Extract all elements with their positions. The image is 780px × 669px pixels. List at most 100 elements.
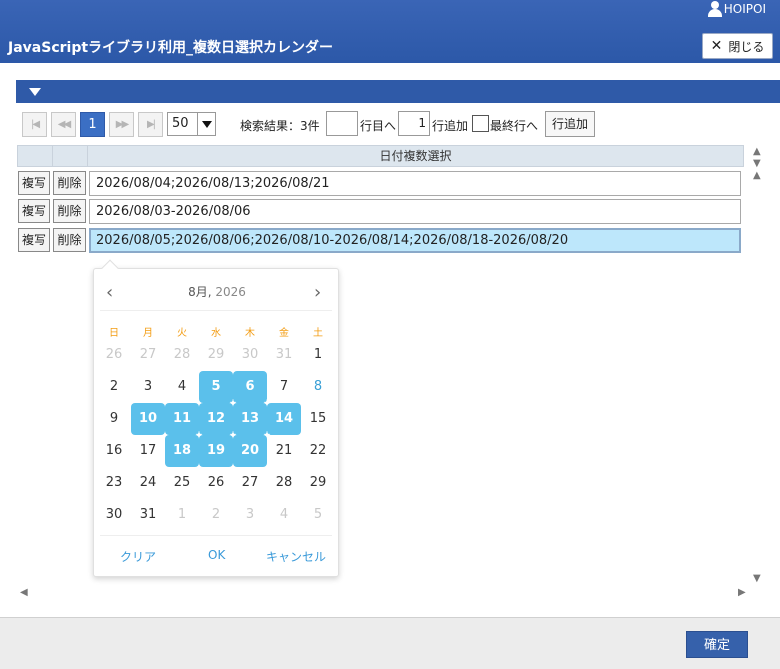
scroll-left-icon[interactable]: ◀ <box>20 587 28 598</box>
pager: |◀ ◀◀ 1 ▶▶ ▶| 50 <box>22 111 216 137</box>
chevron-right-icon[interactable]: › <box>314 282 321 303</box>
calendar-day-selected[interactable]: 14 <box>267 403 301 435</box>
weekday-header: 月 <box>143 328 153 339</box>
calendar-day[interactable]: 28 <box>165 339 199 371</box>
calendar-day-selected[interactable]: 18 <box>165 435 199 467</box>
range-join-marker: + <box>229 398 237 408</box>
grid-header-delete <box>52 145 88 167</box>
calendar-day[interactable]: 30 <box>233 339 267 371</box>
calendar-day[interactable]: 16 <box>97 435 131 467</box>
page-number-button[interactable]: 1 <box>80 111 105 137</box>
calendar-day[interactable]: 9 <box>97 403 131 435</box>
column-header-label: 日付複数選択 <box>379 149 452 163</box>
prev-page-button[interactable]: ◀◀ <box>51 111 76 137</box>
date-multi-input[interactable]: 2026/08/03-2026/08/06 <box>89 199 741 224</box>
calendar-day[interactable]: 29 <box>199 339 233 371</box>
close-icon: ✕ <box>710 38 723 54</box>
calendar-day[interactable]: 3 <box>131 371 165 403</box>
calendar-day-selected[interactable]: 10 <box>131 403 165 435</box>
scroll-down-icon[interactable]: ▼ <box>753 158 761 169</box>
calendar-day-selected[interactable]: 5 <box>199 371 233 403</box>
calendar-day-selected[interactable]: 12 <box>199 403 233 435</box>
row-number-input[interactable] <box>326 111 358 136</box>
calendar-day-selected[interactable]: 6 <box>233 371 267 403</box>
weekday-header: 木 <box>245 328 255 339</box>
user-icon <box>707 1 722 17</box>
calendar-day[interactable]: 2 <box>97 371 131 403</box>
scroll-up-icon[interactable]: ▲ <box>753 146 761 157</box>
section-toggle-bar[interactable] <box>16 80 780 103</box>
calendar-day-selected[interactable]: 11 <box>165 403 199 435</box>
first-page-button[interactable]: |◀ <box>22 111 47 137</box>
calendar-day[interactable]: 8 <box>301 371 335 403</box>
calendar-day[interactable]: 29 <box>301 467 335 499</box>
calendar-day-selected[interactable]: 20 <box>233 435 267 467</box>
calendar-day[interactable]: 31 <box>131 499 165 531</box>
calendar-day[interactable]: 26 <box>97 339 131 371</box>
calendar-cancel-button[interactable]: キャンセル <box>266 548 326 565</box>
copy-row-button[interactable]: 複写 <box>18 199 50 223</box>
table-row: 複写 削除 2026/08/03-2026/08/06 <box>17 198 743 226</box>
date-multi-input[interactable]: 2026/08/04;2026/08/13;2026/08/21 <box>89 171 741 196</box>
calendar-day[interactable]: 17 <box>131 435 165 467</box>
calendar-day[interactable]: 27 <box>131 339 165 371</box>
calendar-day[interactable]: 1 <box>165 499 199 531</box>
calendar-day[interactable]: 23 <box>97 467 131 499</box>
range-join-marker: + <box>229 430 237 440</box>
calendar-day[interactable]: 15 <box>301 403 335 435</box>
grid-header-copy <box>17 145 53 167</box>
table-row: 複写 削除 2026/08/05;2026/08/06;2026/08/10-2… <box>17 227 743 255</box>
calendar-day[interactable]: 7 <box>267 371 301 403</box>
close-button[interactable]: ✕ 閉じる <box>702 33 773 59</box>
user-menu[interactable]: HOIPOI <box>707 1 766 17</box>
calendar-day[interactable]: 4 <box>267 499 301 531</box>
calendar-day[interactable]: 1 <box>301 339 335 371</box>
calendar-day[interactable]: 21 <box>267 435 301 467</box>
dropdown-arrow-icon <box>197 113 215 135</box>
footer-bar <box>0 617 780 669</box>
next-page-button[interactable]: ▶▶ <box>109 111 134 137</box>
grid-header-dates: 日付複数選択 <box>87 145 744 167</box>
calendar-day[interactable]: 27 <box>233 467 267 499</box>
calendar-divider <box>100 310 332 311</box>
calendar-day-selected[interactable]: 13 <box>233 403 267 435</box>
calendar-day[interactable]: 30 <box>97 499 131 531</box>
copy-row-button[interactable]: 複写 <box>18 171 50 195</box>
calendar-day[interactable]: 3 <box>233 499 267 531</box>
copy-row-button[interactable]: 複写 <box>18 228 50 252</box>
calendar-day[interactable]: 28 <box>267 467 301 499</box>
calendar-ok-button[interactable]: OK <box>208 548 225 562</box>
date-multi-input-active[interactable]: 2026/08/05;2026/08/06;2026/08/10-2026/08… <box>89 228 741 253</box>
scroll-bottom-icon[interactable]: ▼ <box>753 573 761 584</box>
add-count-input[interactable]: 1 <box>398 111 430 136</box>
confirm-button[interactable]: 確定 <box>686 631 748 658</box>
calendar-day[interactable]: 5 <box>301 499 335 531</box>
delete-row-button[interactable]: 削除 <box>53 171 86 195</box>
add-row-button[interactable]: 行追加 <box>545 111 595 137</box>
close-button-label: 閉じる <box>728 39 765 54</box>
weekday-header: 日 <box>109 328 119 339</box>
horizontal-scrollbar[interactable]: ◀ ▶ <box>16 586 753 602</box>
result-count: 検索結果：3件 <box>240 119 320 133</box>
add-rows-label: 行追加 <box>432 119 469 133</box>
calendar-day[interactable]: 4 <box>165 371 199 403</box>
calendar-day[interactable]: 22 <box>301 435 335 467</box>
calendar-clear-button[interactable]: クリア <box>120 548 156 565</box>
row-to-label: 行目へ <box>360 119 397 133</box>
calendar-day-selected[interactable]: 19 <box>199 435 233 467</box>
weekday-header: 火 <box>177 328 187 339</box>
calendar-day[interactable]: 25 <box>165 467 199 499</box>
scroll-right-icon[interactable]: ▶ <box>738 587 746 598</box>
calendar-day[interactable]: 31 <box>267 339 301 371</box>
delete-row-button[interactable]: 削除 <box>53 199 86 223</box>
scroll-up-small-icon[interactable]: ▲ <box>753 170 761 181</box>
app-header: HOIPOI JavaScriptライブラリ利用_複数日選択カレンダー ✕ 閉じ… <box>0 0 780 63</box>
date-picker-popup: ‹ 8月, 2026 › クリア OK キャンセル 日月火水木金土 26 27 28 2… <box>93 259 339 577</box>
page-size-select[interactable]: 50 <box>167 112 216 136</box>
calendar-day[interactable]: 24 <box>131 467 165 499</box>
last-page-button[interactable]: ▶| <box>138 111 163 137</box>
calendar-day[interactable]: 2 <box>199 499 233 531</box>
delete-row-button[interactable]: 削除 <box>53 228 86 252</box>
last-row-checkbox[interactable] <box>472 115 489 132</box>
calendar-day[interactable]: 26 <box>199 467 233 499</box>
